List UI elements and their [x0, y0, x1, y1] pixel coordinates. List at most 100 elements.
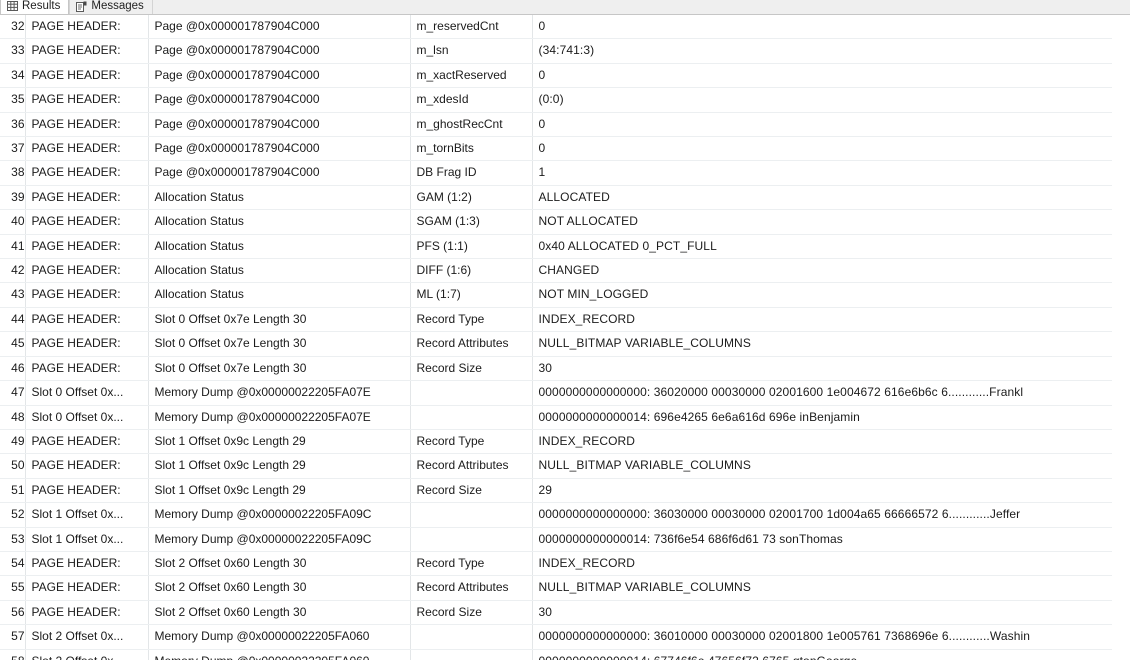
tab-messages[interactable]: Messages [69, 0, 153, 14]
row-number-cell[interactable]: 54 [0, 551, 26, 577]
parent-object-cell[interactable]: Slot 0 Offset 0x... [25, 380, 149, 406]
object-cell[interactable]: Allocation Status [148, 209, 411, 235]
object-cell[interactable]: Allocation Status [148, 185, 411, 211]
tab-results[interactable]: Results [0, 0, 70, 14]
table-row[interactable]: 34 PAGE HEADER: Page @0x000001787904C000 m_… [0, 63, 1113, 89]
field-cell[interactable]: DIFF (1:6) [410, 258, 533, 284]
value-cell[interactable]: 30 [532, 356, 1113, 382]
parent-object-cell[interactable]: PAGE HEADER: [25, 38, 149, 64]
field-cell[interactable]: Record Attributes [410, 331, 533, 357]
parent-object-cell[interactable]: PAGE HEADER: [25, 87, 149, 113]
object-cell[interactable]: Memory Dump @0x00000022205FA060 [148, 649, 411, 660]
row-number-cell[interactable]: 57 [0, 624, 26, 650]
object-cell[interactable]: Slot 2 Offset 0x60 Length 30 [148, 600, 411, 626]
table-row[interactable]: 33 PAGE HEADER: Page @0x000001787904C000 m_… [0, 38, 1113, 64]
parent-object-cell[interactable]: Slot 0 Offset 0x... [25, 405, 149, 430]
field-cell[interactable]: m_reservedCnt [410, 15, 533, 40]
object-cell[interactable]: Slot 1 Offset 0x9c Length 29 [148, 478, 411, 504]
value-cell[interactable]: NULL_BITMAP VARIABLE_COLUMNS [532, 575, 1113, 601]
field-cell[interactable]: m_xactReserved [410, 63, 533, 89]
parent-object-cell[interactable]: Slot 2 Offset 0x... [25, 624, 149, 650]
value-cell[interactable]: NOT ALLOCATED [532, 209, 1113, 235]
table-row[interactable]: 46 PAGE HEADER: Slot 0 Offset 0x7e Length … [0, 356, 1113, 382]
field-cell[interactable]: Record Attributes [410, 575, 533, 601]
row-number-cell[interactable]: 39 [0, 185, 26, 211]
row-number-cell[interactable]: 51 [0, 478, 26, 504]
table-row[interactable]: 49 PAGE HEADER: Slot 1 Offset 0x9c Length … [0, 429, 1113, 455]
table-row[interactable]: 45 PAGE HEADER: Slot 0 Offset 0x7e Length … [0, 331, 1113, 357]
value-cell[interactable]: 0000000000000000: 36020000 00030000 0200… [532, 380, 1113, 406]
field-cell[interactable]: Record Attributes [410, 453, 533, 479]
parent-object-cell[interactable]: PAGE HEADER: [25, 136, 149, 162]
parent-object-cell[interactable]: PAGE HEADER: [25, 356, 149, 382]
object-cell[interactable]: Slot 2 Offset 0x60 Length 30 [148, 575, 411, 601]
object-cell[interactable]: Page @0x000001787904C000 [148, 87, 411, 113]
parent-object-cell[interactable]: PAGE HEADER: [25, 63, 149, 89]
row-number-cell[interactable]: 56 [0, 600, 26, 626]
parent-object-cell[interactable]: PAGE HEADER: [25, 600, 149, 626]
field-cell[interactable]: m_lsn [410, 38, 533, 64]
value-cell[interactable]: (0:0) [532, 87, 1113, 113]
row-number-cell[interactable]: 38 [0, 160, 26, 186]
object-cell[interactable]: Page @0x000001787904C000 [148, 38, 411, 64]
field-cell[interactable]: m_tornBits [410, 136, 533, 162]
row-number-cell[interactable]: 43 [0, 282, 26, 308]
table-row[interactable]: 57 Slot 2 Offset 0x... Memory Dump @0x0000… [0, 624, 1113, 650]
table-row[interactable]: 37 PAGE HEADER: Page @0x000001787904C000 m_… [0, 136, 1113, 162]
value-cell[interactable]: 0000000000000014: 696e4265 6e6a616d 696e… [532, 405, 1113, 430]
field-cell[interactable]: Record Size [410, 356, 533, 382]
table-row[interactable]: 52 Slot 1 Offset 0x... Memory Dump @0x0000… [0, 502, 1113, 528]
field-cell[interactable]: m_ghostRecCnt [410, 112, 533, 138]
table-row[interactable]: 32 PAGE HEADER: Page @0x000001787904C000 m_… [0, 15, 1113, 40]
parent-object-cell[interactable]: PAGE HEADER: [25, 331, 149, 357]
row-number-cell[interactable]: 55 [0, 575, 26, 601]
row-number-cell[interactable]: 35 [0, 87, 26, 113]
object-cell[interactable]: Page @0x000001787904C000 [148, 63, 411, 89]
parent-object-cell[interactable]: Slot 1 Offset 0x... [25, 527, 149, 552]
field-cell[interactable] [410, 649, 533, 660]
value-cell[interactable]: 0 [532, 112, 1113, 138]
value-cell[interactable]: NOT MIN_LOGGED [532, 282, 1113, 308]
field-cell[interactable] [410, 527, 533, 552]
field-cell[interactable]: ML (1:7) [410, 282, 533, 308]
row-number-cell[interactable]: 46 [0, 356, 26, 382]
row-number-cell[interactable]: 52 [0, 502, 26, 528]
field-cell[interactable]: Record Type [410, 551, 533, 577]
object-cell[interactable]: Memory Dump @0x00000022205FA07E [148, 405, 411, 430]
field-cell[interactable] [410, 624, 533, 650]
parent-object-cell[interactable]: PAGE HEADER: [25, 282, 149, 308]
object-cell[interactable]: Memory Dump @0x00000022205FA07E [148, 380, 411, 406]
object-cell[interactable]: Slot 1 Offset 0x9c Length 29 [148, 453, 411, 479]
object-cell[interactable]: Allocation Status [148, 282, 411, 308]
row-number-cell[interactable]: 42 [0, 258, 26, 284]
row-number-cell[interactable]: 33 [0, 38, 26, 64]
value-cell[interactable]: 30 [532, 600, 1113, 626]
row-number-cell[interactable]: 40 [0, 209, 26, 235]
value-cell[interactable]: 1 [532, 160, 1113, 186]
object-cell[interactable]: Slot 0 Offset 0x7e Length 30 [148, 331, 411, 357]
parent-object-cell[interactable]: PAGE HEADER: [25, 209, 149, 235]
table-row[interactable]: 50 PAGE HEADER: Slot 1 Offset 0x9c Length … [0, 453, 1113, 479]
row-number-cell[interactable]: 44 [0, 307, 26, 333]
table-row[interactable]: 38 PAGE HEADER: Page @0x000001787904C000 DB… [0, 160, 1113, 186]
value-cell[interactable]: 0x40 ALLOCATED 0_PCT_FULL [532, 234, 1113, 260]
table-row[interactable]: 43 PAGE HEADER: Allocation Status ML (1:7) N… [0, 282, 1113, 308]
field-cell[interactable]: Record Type [410, 429, 533, 455]
parent-object-cell[interactable]: PAGE HEADER: [25, 453, 149, 479]
table-row[interactable]: 56 PAGE HEADER: Slot 2 Offset 0x60 Length … [0, 600, 1113, 626]
field-cell[interactable]: Record Type [410, 307, 533, 333]
value-cell[interactable]: 0000000000000014: 67746f6e 47656f72 6765… [532, 649, 1113, 660]
field-cell[interactable]: GAM (1:2) [410, 185, 533, 211]
table-row[interactable]: 51 PAGE HEADER: Slot 1 Offset 0x9c Length … [0, 478, 1113, 504]
value-cell[interactable]: 0 [532, 15, 1113, 40]
field-cell[interactable]: PFS (1:1) [410, 234, 533, 260]
field-cell[interactable] [410, 380, 533, 406]
value-cell[interactable]: ALLOCATED [532, 185, 1113, 211]
field-cell[interactable]: SGAM (1:3) [410, 209, 533, 235]
parent-object-cell[interactable]: PAGE HEADER: [25, 478, 149, 504]
value-cell[interactable]: 0 [532, 136, 1113, 162]
parent-object-cell[interactable]: PAGE HEADER: [25, 258, 149, 284]
row-number-cell[interactable]: 41 [0, 234, 26, 260]
object-cell[interactable]: Slot 2 Offset 0x60 Length 30 [148, 551, 411, 577]
object-cell[interactable]: Slot 0 Offset 0x7e Length 30 [148, 356, 411, 382]
